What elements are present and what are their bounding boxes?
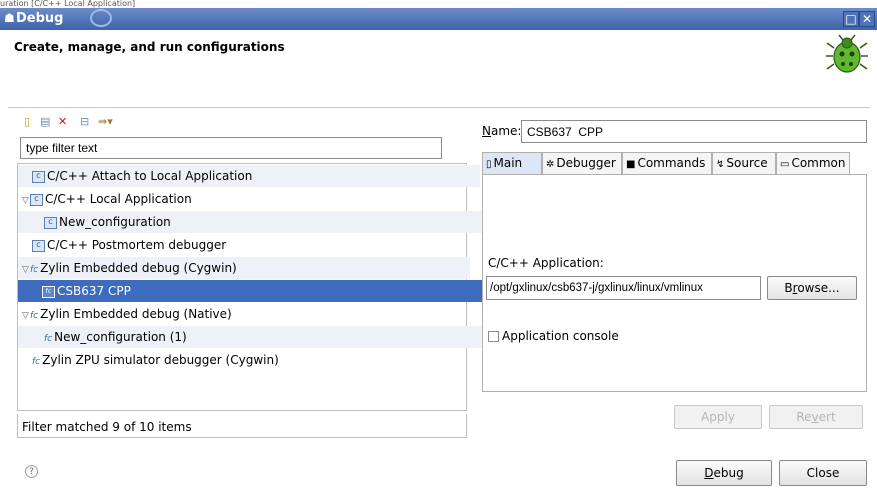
c-config-icon: C: [44, 216, 57, 229]
tab-main[interactable]: ▯ Main: [482, 152, 542, 174]
duplicate-icon[interactable]: ▤: [40, 116, 52, 128]
tab-common[interactable]: ▭ Common: [776, 152, 850, 174]
tree-item-csb637-cpp[interactable]: fc CSB637 CPP: [18, 280, 490, 302]
zylin-icon: fc: [44, 334, 53, 344]
collapse-all-icon[interactable]: ⊟: [80, 116, 92, 128]
tree-item-new-configuration-1[interactable]: fc New_configuration (1): [18, 326, 492, 348]
close-button[interactable]: Close: [779, 460, 867, 486]
tree-item-attach-local[interactable]: C C/C++ Attach to Local Application: [18, 165, 480, 187]
expand-toggle-icon[interactable]: ▽: [22, 259, 30, 281]
maximize-button[interactable]: □: [843, 11, 859, 27]
browse-button[interactable]: Browse...: [767, 276, 857, 300]
swirl-icon: [90, 9, 112, 27]
tree-item-zylin-native[interactable]: ▽fc Zylin Embedded debug (Native): [18, 303, 470, 325]
commands-tab-icon: ■: [626, 159, 636, 170]
name-label: Name:: [482, 124, 522, 138]
name-input[interactable]: [521, 120, 867, 143]
config-toolbar: ▯ ▤ ✕ ⊟ ⇛▾: [20, 116, 160, 134]
application-console-checkbox[interactable]: [488, 331, 499, 342]
expand-toggle-icon[interactable]: ▽: [22, 190, 30, 212]
tree-item-local-application[interactable]: ▽ C C/C++ Local Application: [18, 188, 470, 210]
delete-icon[interactable]: ✕: [58, 116, 70, 128]
filter-input[interactable]: [20, 137, 442, 159]
window-title: Debug: [16, 11, 64, 26]
tab-commands[interactable]: ■ Commands: [622, 152, 712, 174]
close-window-button[interactable]: ✕: [859, 11, 875, 27]
apply-button[interactable]: Apply: [674, 405, 762, 429]
tree-item-new-configuration[interactable]: C New_configuration: [18, 211, 492, 233]
config-tree: C C/C++ Attach to Local Application ▽ C C/C…: [17, 163, 492, 411]
tree-item-zylin-cygwin[interactable]: ▽fc Zylin Embedded debug (Cygwin): [18, 257, 470, 279]
zylin-config-icon: fc: [42, 285, 55, 298]
header-title: Create, manage, and run configurations: [14, 40, 285, 54]
help-icon[interactable]: ?: [25, 465, 38, 478]
c-config-icon: C: [30, 193, 43, 206]
debugger-tab-icon: ✲: [546, 159, 555, 170]
tab-debugger[interactable]: ✲ Debugger: [542, 152, 622, 174]
header-message-area: [20, 70, 820, 106]
main-tab-icon: ▯: [486, 159, 492, 170]
config-tabs: ▯ Main ✲ Debugger ■ Commands ↯ Source ▭ Commo…: [482, 152, 867, 174]
zylin-icon: fc: [30, 311, 39, 321]
tree-item-postmortem[interactable]: C C/C++ Postmortem debugger: [18, 234, 480, 256]
background-window-caption: uration [C/C++ Local Application]: [0, 0, 136, 8]
filter-status: Filter matched 9 of 10 items: [17, 414, 467, 438]
tab-source[interactable]: ↯ Source: [712, 152, 776, 174]
bug-small-icon: ☗: [4, 11, 15, 25]
filter-dropdown-icon[interactable]: ⇛▾: [98, 116, 113, 128]
application-label: C/C++ Application:: [488, 256, 604, 270]
new-config-icon[interactable]: ▯: [24, 116, 36, 128]
expand-toggle-icon[interactable]: ▽: [22, 305, 30, 327]
common-tab-icon: ▭: [780, 159, 790, 170]
source-tab-icon: ↯: [716, 159, 725, 170]
revert-button[interactable]: Revert: [769, 405, 863, 429]
zylin-icon: fc: [32, 357, 41, 367]
bug-icon: [826, 34, 868, 73]
c-config-icon: C: [32, 239, 45, 252]
title-bar[interactable]: ☗ Debug □ ✕: [0, 8, 877, 30]
application-console-label: Application console: [502, 329, 619, 343]
c-config-icon: C: [32, 170, 45, 183]
zylin-icon: fc: [30, 265, 39, 275]
tree-item-zylin-zpu[interactable]: fc Zylin ZPU simulator debugger (Cygwin): [18, 349, 480, 371]
debug-button[interactable]: Debug: [676, 460, 772, 486]
application-path-input[interactable]: [486, 276, 761, 300]
